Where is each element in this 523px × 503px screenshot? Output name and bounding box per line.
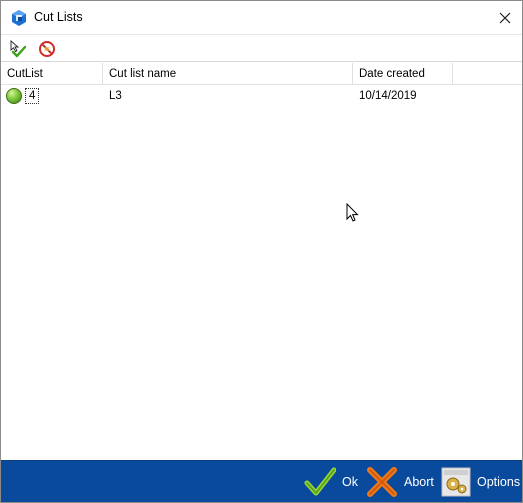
column-header-cutlist[interactable]: CutList — [1, 63, 103, 85]
ok-label: Ok — [342, 475, 358, 489]
no-entry-icon[interactable] — [37, 39, 57, 59]
cancel-button[interactable] — [37, 39, 57, 59]
abort-button[interactable]: Abort — [366, 465, 434, 499]
app-logo-icon — [12, 10, 26, 26]
abort-label: Abort — [404, 475, 434, 489]
date-created-cell[interactable]: 10/14/2019 — [353, 85, 417, 107]
options-button[interactable]: Options — [441, 465, 520, 499]
cut-lists-window: Cut Lists CutList Cut list name Date cre… — [0, 0, 523, 503]
checkmark-cursor-icon[interactable] — [8, 39, 28, 59]
title-bar: Cut Lists — [1, 1, 522, 34]
column-header-name[interactable]: Cut list name — [103, 63, 353, 85]
footer-bar: Ok Abort Options — [1, 460, 522, 502]
options-label: Options — [477, 475, 521, 489]
ok-button[interactable]: Ok — [304, 465, 358, 499]
cutlist-id-cell[interactable]: 4 — [25, 88, 40, 104]
window-title: Cut Lists — [34, 10, 83, 24]
mouse-cursor-icon — [346, 203, 359, 222]
cut-list-grid: CutList Cut list name Date created 4 L3 … — [1, 63, 522, 460]
column-header-date[interactable]: Date created — [353, 63, 453, 85]
grid-header: CutList Cut list name Date created — [1, 63, 522, 85]
gears-icon — [441, 467, 471, 497]
close-icon[interactable] — [499, 12, 511, 24]
close-button[interactable] — [488, 1, 522, 34]
checkmark-icon — [304, 467, 336, 496]
status-indicator-icon — [6, 88, 22, 104]
toolbar — [1, 34, 522, 62]
x-mark-icon — [367, 467, 397, 497]
cutlist-name-cell[interactable]: L3 — [103, 85, 122, 107]
select-all-button[interactable] — [8, 39, 28, 59]
table-row[interactable]: 4 L3 10/14/2019 — [1, 85, 522, 107]
